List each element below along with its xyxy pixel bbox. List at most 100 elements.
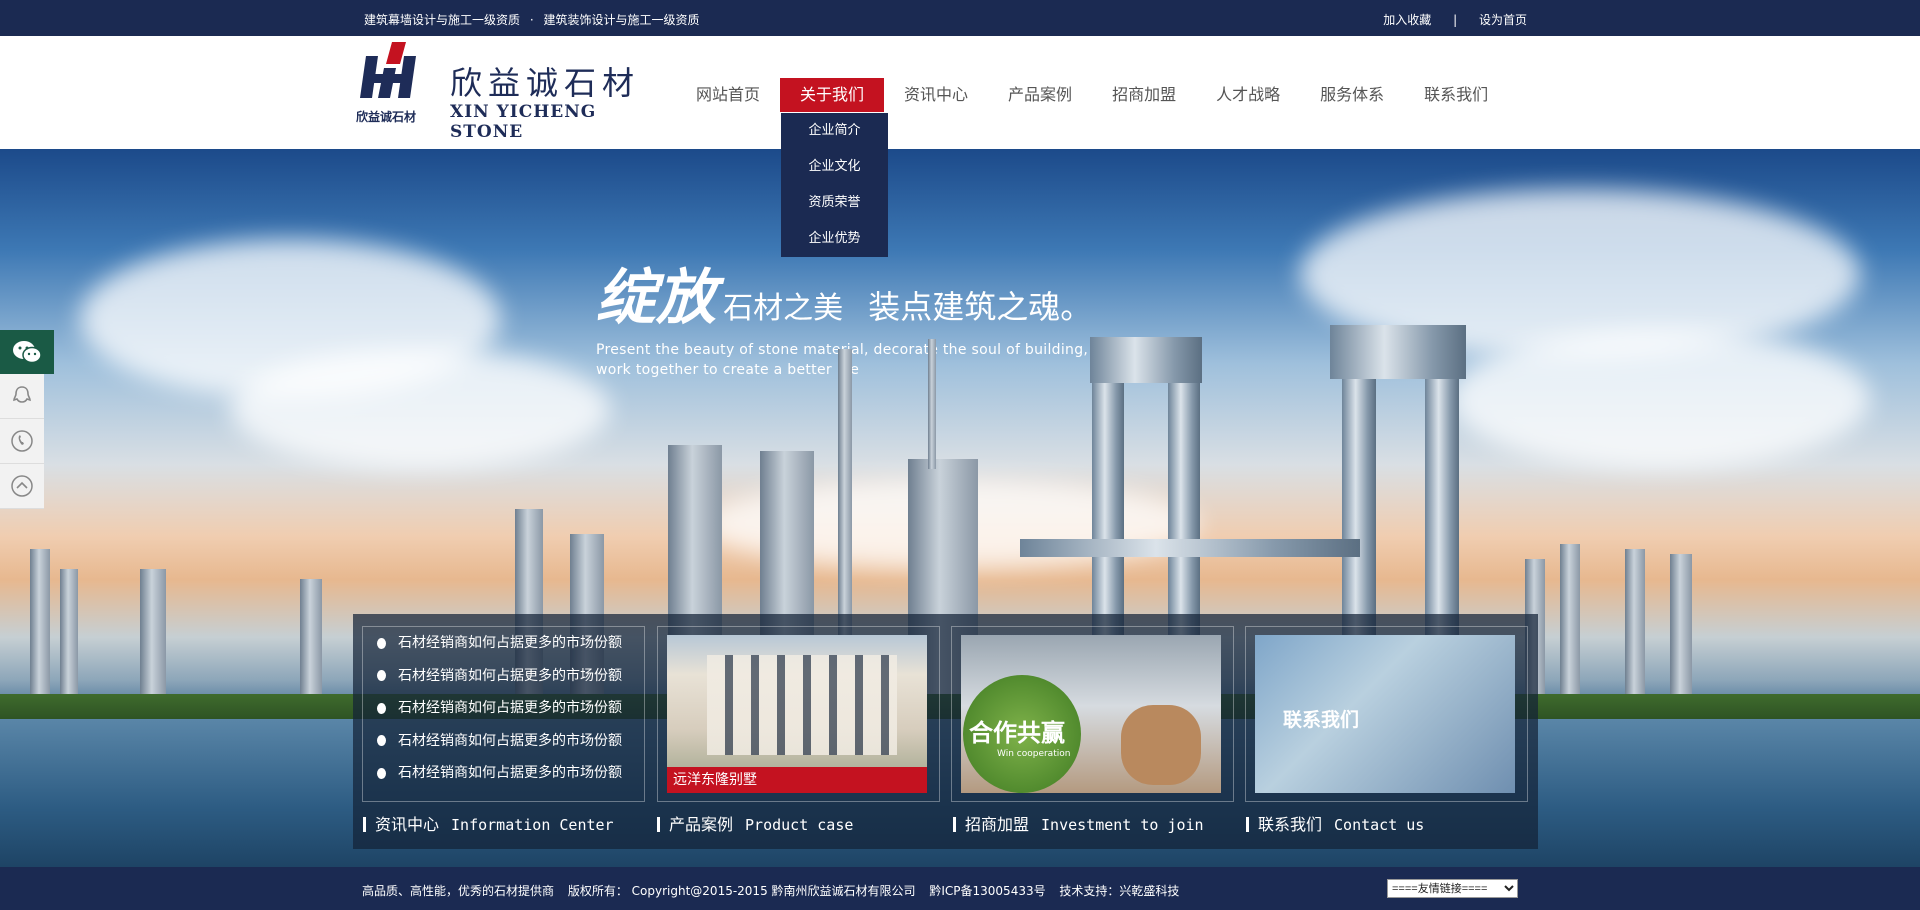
news-title: 石材经销商如何占据更多的市场份额 [398,732,622,749]
nav-contact[interactable]: 联系我们 [1404,78,1508,112]
bullet-icon [377,637,386,649]
news-item[interactable]: 石材经销商如何占据更多的市场份额 [363,627,644,660]
cloud-shape [1450,329,1870,469]
bullet-icon [377,735,386,746]
qq-button[interactable] [0,374,44,419]
news-item[interactable]: 石材经销商如何占据更多的市场份额 [363,757,644,790]
news-title: 石材经销商如何占据更多的市场份额 [398,765,622,781]
product-case-box[interactable]: 远洋东隆别墅 [657,626,940,802]
nav-talent[interactable]: 人才战略 [1196,78,1300,112]
label-cn: 产品案例 [669,815,734,834]
skyline-building [1670,554,1692,709]
skyline-building [60,569,78,709]
label-cn: 资讯中心 [375,815,440,834]
main-nav: 网站首页 关于我们 资讯中心 产品案例 招商加盟 人才战略 服务体系 联系我们 [676,78,1508,112]
skyline-tower [928,339,936,469]
label-en: Product case [745,816,854,834]
back-to-top-icon [11,475,33,497]
nav-home[interactable]: 网站首页 [676,78,780,112]
label-investment[interactable]: 招商加盟 Investment to join [953,810,1204,840]
qualification-text: 建筑幕墙设计与施工一级资质 · 建筑装饰设计与施工一级资质 [364,11,706,28]
logo-subtitle: 欣益诚石材 [356,110,417,124]
label-contact[interactable]: 联系我们 Contact us [1246,810,1424,840]
footer-copyright: 版权所有： Copyright@2015-2015 黔南州欣益诚石材有限公司 [567,884,916,898]
investment-box[interactable]: 合作共赢 Win cooperation [951,626,1234,802]
add-favorite-link[interactable]: 加入收藏 [1383,13,1431,27]
label-en: Investment to join [1041,816,1204,834]
qualification-1: 建筑幕墙设计与施工一级资质 [364,13,521,27]
contact-image: 联系我们 [1255,635,1515,793]
contact-box[interactable]: 联系我们 [1245,626,1528,802]
news-box: 石材经销商如何占据更多的市场份额 石材经销商如何占据更多的市场份额 石材经销商如… [362,626,645,802]
cloud-shape [230,349,610,469]
qq-icon [13,386,31,403]
investment-slogan: 合作共赢 [969,718,1065,747]
logo-english-name: XIN YICHENG STONE [450,102,597,142]
colonnade [1020,539,1360,557]
product-case-caption: 远洋东隆别墅 [667,767,927,793]
label-cn: 联系我们 [1258,815,1323,834]
footer: 高品质、高性能，优秀的石材提供商 版权所有： Copyright@2015-20… [0,867,1920,910]
dropdown-item-profile[interactable]: 企业简介 [781,113,888,149]
news-item[interactable]: 石材经销商如何占据更多的市场份额 [363,692,644,725]
set-homepage-link[interactable]: 设为首页 [1479,13,1527,27]
footer-icp[interactable]: 黔ICP备13005433号 [929,884,1045,898]
column-capital [1330,325,1466,379]
product-case-image: 远洋东隆别墅 [667,635,927,793]
panel-labels: 资讯中心 Information Center 产品案例 Product case … [353,810,1538,840]
top-links: 加入收藏 | 设为首页 [1383,11,1527,28]
logo[interactable]: 欣益诚石材 欣益诚石材 XIN YICHENG STONE [356,38,646,142]
nav-products[interactable]: 产品案例 [988,78,1092,112]
top-bar: 建筑幕墙设计与施工一级资质 · 建筑装饰设计与施工一级资质 加入收藏 | 设为首… [0,0,1920,36]
side-float-toolbar [0,330,54,509]
skyline-building [1625,549,1645,709]
slogan-part-1: 石材之美 [723,291,844,326]
slogan-part-2: 装点建筑之魂。 [868,288,1093,326]
label-cn: 招商加盟 [965,815,1030,834]
investment-slogan-en: Win cooperation [997,749,1071,759]
dropdown-item-advantages[interactable]: 企业优势 [781,221,888,257]
skyline-building [1560,544,1580,709]
footer-support[interactable]: 技术支持：兴乾盛科技 [1059,884,1179,898]
phone-button[interactable] [0,419,44,464]
nav-service[interactable]: 服务体系 [1300,78,1404,112]
handshake [1121,705,1201,785]
skyline-building [30,549,50,709]
nav-news[interactable]: 资讯中心 [884,78,988,112]
label-product-case[interactable]: 产品案例 Product case [657,810,853,840]
skyline-building [300,579,322,709]
about-dropdown-menu: 企业简介 企业文化 资质荣誉 企业优势 [781,113,888,257]
back-to-top-button[interactable] [0,464,44,509]
slogan-big: 绽放 [596,263,716,333]
dropdown-item-culture[interactable]: 企业文化 [781,149,888,185]
wechat-button[interactable] [0,330,54,374]
feature-panel: 石材经销商如何占据更多的市场份额 石材经销商如何占据更多的市场份额 石材经销商如… [353,614,1538,849]
phone-icon [11,430,33,452]
villa-facade [707,655,897,755]
qualification-dot: · [529,13,534,27]
contact-caption: 联系我们 [1283,709,1360,731]
footer-text: 高品质、高性能，优秀的石材提供商 版权所有： Copyright@2015-20… [362,882,1189,899]
bullet-icon [377,767,386,779]
nav-about[interactable]: 关于我们 [780,78,885,112]
column-capital [1090,337,1202,383]
news-title: 石材经销商如何占据更多的市场份额 [398,700,622,716]
skyline-building [140,569,166,709]
news-title: 石材经销商如何占据更多的市场份额 [398,635,622,651]
bullet-icon [377,702,386,714]
news-item[interactable]: 石材经销商如何占据更多的市场份额 [363,725,644,758]
wechat-icon [13,341,42,364]
dropdown-item-honors[interactable]: 资质荣誉 [781,185,888,221]
bullet-icon [377,670,386,681]
qualification-2: 建筑装饰设计与施工一级资质 [543,13,700,27]
investment-image: 合作共赢 Win cooperation [961,635,1221,793]
header: 欣益诚石材 欣益诚石材 XIN YICHENG STONE 网站首页 关于我们 … [0,36,1920,149]
label-en: Contact us [1334,816,1425,834]
label-information-center[interactable]: 资讯中心 Information Center [363,810,614,840]
top-link-divider: | [1453,13,1458,27]
friend-links-select[interactable]: ====友情链接==== [1387,879,1518,898]
footer-slogan: 高品质、高性能，优秀的石材提供商 [362,884,555,898]
news-item[interactable]: 石材经销商如何占据更多的市场份额 [363,660,644,693]
label-en: Information Center [451,816,614,834]
nav-franchise[interactable]: 招商加盟 [1092,78,1196,112]
